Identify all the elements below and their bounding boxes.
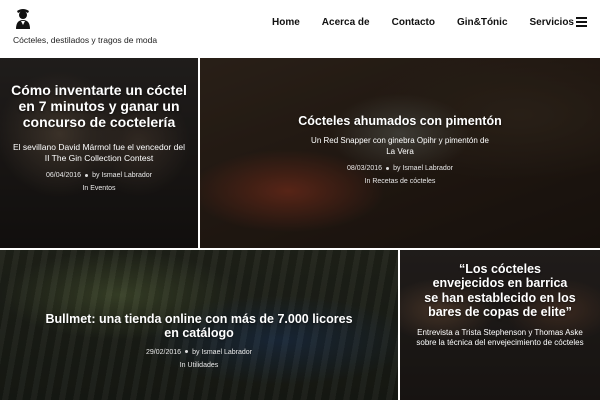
post-card-2[interactable]: Cócteles ahumados con pimentón Un Red Sn… <box>200 58 600 248</box>
post-content: Cócteles ahumados con pimentón Un Red Sn… <box>200 114 600 185</box>
post-title[interactable]: Cócteles ahumados con pimentón <box>210 114 590 128</box>
post-author[interactable]: by Ismael Labrador <box>92 172 152 179</box>
post-author[interactable]: by Ismael Labrador <box>393 165 453 172</box>
post-excerpt: El sevillano David Mármol fue el vencedo… <box>13 142 185 164</box>
post-category[interactable]: In Recetas de cócteles <box>210 178 590 185</box>
nav-acerca-de[interactable]: Acerca de <box>322 17 370 28</box>
post-meta: 29/02/2016 by Ismael Labrador <box>10 349 388 356</box>
separator-dot <box>85 174 89 178</box>
separator-dot <box>185 350 189 354</box>
post-title[interactable]: Bullmet: una tienda online con más de 7.… <box>10 312 388 341</box>
nav-gin-tonic[interactable]: Gin&Tónic <box>457 17 508 28</box>
post-content: Bullmet: una tienda online con más de 7.… <box>0 312 398 369</box>
post-excerpt: Un Red Snapper con ginebra Opihr y pimen… <box>311 136 489 156</box>
nav-home[interactable]: Home <box>272 17 300 28</box>
nav-servicios[interactable]: Servicios <box>530 17 574 28</box>
post-category[interactable]: In Eventos <box>10 185 188 192</box>
post-content: Cómo inventarte un cóctel en 7 minutos y… <box>0 82 198 192</box>
post-category[interactable]: In Utilidades <box>10 362 388 369</box>
nav-contacto[interactable]: Contacto <box>392 17 435 28</box>
post-excerpt: Entrevista a Trista Stephenson y Thomas … <box>416 327 584 347</box>
main-nav: Home Acerca de Contacto Gin&Tónic Servic… <box>272 17 574 28</box>
post-date: 08/03/2016 <box>347 165 383 173</box>
post-card-4[interactable]: “Los cócteles envejecidos en barrica se … <box>400 250 600 400</box>
post-author[interactable]: by Ismael Labrador <box>192 349 252 356</box>
post-date: 06/04/2016 <box>46 172 82 180</box>
post-card-3[interactable]: Bullmet: una tienda online con más de 7.… <box>0 250 398 400</box>
separator-dot <box>386 166 390 170</box>
post-title[interactable]: Cómo inventarte un cóctel en 7 minutos y… <box>10 82 188 130</box>
site-tagline: Cócteles, destilados y tragos de moda <box>13 35 158 45</box>
hamburger-menu-icon[interactable] <box>576 17 587 27</box>
site-header: Cócteles, destilados y tragos de moda Ho… <box>0 0 600 56</box>
bartender-logo-icon[interactable] <box>12 8 34 30</box>
post-meta: 06/04/2016 by Ismael Labrador <box>10 172 188 179</box>
post-meta: 08/03/2016 by Ismael Labrador <box>210 165 590 172</box>
post-card-1[interactable]: Cómo inventarte un cóctel en 7 minutos y… <box>0 58 198 248</box>
post-content: “Los cócteles envejecidos en barrica se … <box>400 262 600 348</box>
post-date: 29/02/2016 <box>146 348 182 356</box>
post-title[interactable]: “Los cócteles envejecidos en barrica se … <box>410 262 590 320</box>
